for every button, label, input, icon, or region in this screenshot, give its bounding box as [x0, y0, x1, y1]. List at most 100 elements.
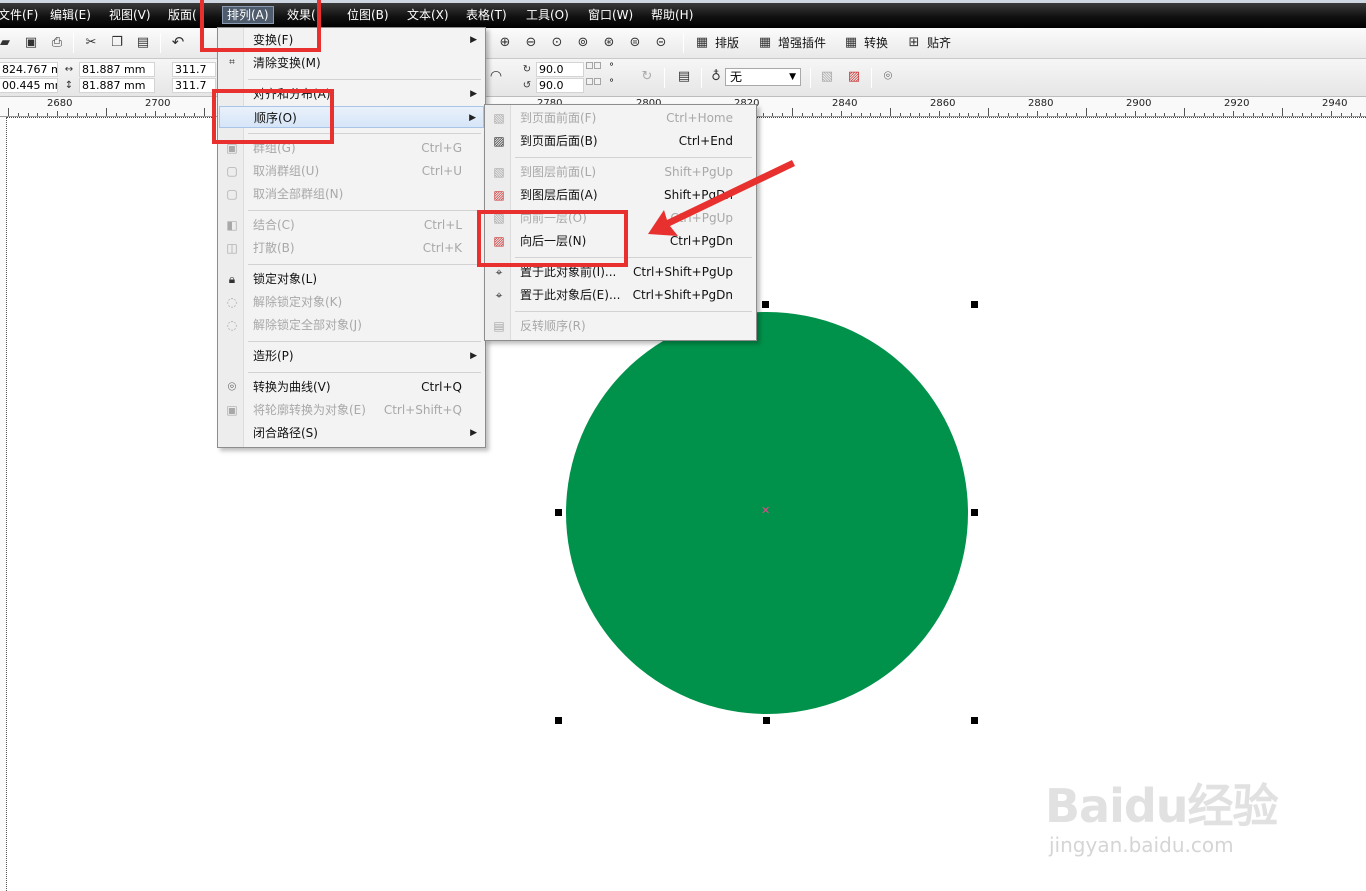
- ruler-tick: [1360, 113, 1361, 116]
- zoom-selected-icon[interactable]: ⊙: [548, 35, 566, 51]
- menu-edit[interactable]: 编辑(E): [50, 7, 91, 23]
- menu-item-ungroup[interactable]: ▢ 取消群组(U) Ctrl+U: [219, 160, 484, 182]
- selection-handle-left[interactable]: [555, 509, 562, 516]
- menu-help[interactable]: 帮助(H): [651, 7, 693, 23]
- y-position-field[interactable]: 00.445 mm: [0, 78, 58, 93]
- menu-item-lock-object[interactable]: 🔒︎ 锁定对象(L): [219, 268, 484, 290]
- open-icon[interactable]: ▰: [0, 35, 14, 51]
- menu-file[interactable]: 文件(F): [0, 7, 38, 23]
- plugin-enhance-button[interactable]: 增强插件: [778, 35, 826, 51]
- menu-item-clear-transform[interactable]: ⌗ 清除变换(M): [219, 52, 484, 74]
- ruler-label: 2940: [1322, 98, 1348, 109]
- vertical-ruler[interactable]: [0, 117, 7, 891]
- plugin-convert-button[interactable]: 转换: [864, 35, 888, 51]
- scale-y-field[interactable]: 311.7: [172, 78, 216, 93]
- arc-direction-icon[interactable]: ◠: [487, 68, 505, 84]
- convert-to-curves-icon[interactable]: ⌾: [879, 68, 897, 84]
- to-layer-back-icon: ▨: [493, 188, 505, 202]
- outline-width-value: 无: [730, 70, 743, 84]
- ruler-tick: [851, 113, 852, 116]
- start-angle-spin-up[interactable]: [594, 62, 601, 69]
- height-field[interactable]: 81.887 mm: [79, 78, 155, 93]
- ruler-tick: [204, 108, 205, 116]
- x-position-field[interactable]: 824.767 mm: [0, 62, 58, 77]
- menu-tools[interactable]: 工具(O): [526, 7, 569, 23]
- menu-item-reverse-order[interactable]: ▤ 反转顺序(R): [486, 315, 755, 337]
- zoom-out-icon[interactable]: ⊖: [522, 35, 540, 51]
- selection-handle-bottom-right[interactable]: [971, 717, 978, 724]
- menu-table[interactable]: 表格(T): [466, 7, 507, 23]
- menu-item-combine[interactable]: ◧ 结合(C) Ctrl+L: [219, 214, 484, 236]
- ruler-tick: [831, 113, 832, 116]
- menu-item-outline-to-object[interactable]: ▣ 将轮廓转换为对象(E) Ctrl+Shift+Q: [219, 399, 484, 421]
- width-field[interactable]: 81.887 mm: [79, 62, 155, 77]
- ruler-tick: [1194, 113, 1195, 116]
- menu-item-behind[interactable]: ⌖ 置于此对象后(E)... Ctrl+Shift+PgDn: [486, 284, 755, 306]
- menu-view[interactable]: 视图(V): [109, 7, 151, 23]
- to-front-icon[interactable]: ▧: [818, 69, 836, 85]
- ruler-tick: [145, 113, 146, 116]
- zoom-page-icon[interactable]: ⊛: [600, 35, 618, 51]
- print-icon[interactable]: ⎙: [48, 35, 66, 51]
- submenu-arrow-icon: ▶: [470, 428, 477, 438]
- ruler-tick: [968, 113, 969, 116]
- menu-item-shaping[interactable]: 造形(P) ▶: [219, 345, 484, 367]
- clear-transform-icon: ⌗: [229, 57, 235, 68]
- highlight-box-arrange: [200, 0, 321, 52]
- selection-handle-top-right[interactable]: [971, 301, 978, 308]
- ruler-tick: [802, 113, 803, 116]
- undo-icon[interactable]: ↶: [169, 34, 187, 50]
- behind-icon: ⌖: [495, 288, 503, 302]
- selection-handle-bottom[interactable]: [763, 717, 770, 724]
- menu-item-to-page-back[interactable]: ▨ 到页面后面(B) Ctrl+End: [486, 130, 755, 152]
- ungroup-icon: ▢: [226, 164, 238, 178]
- end-angle-field[interactable]: 90.0: [536, 78, 584, 93]
- menu-text[interactable]: 文本(X): [407, 7, 449, 23]
- end-angle-spin-down[interactable]: [586, 78, 593, 85]
- ruler-tick: [37, 113, 38, 116]
- menu-item-to-page-front[interactable]: ▧ 到页面前面(F) Ctrl+Home: [486, 107, 755, 129]
- paste-icon[interactable]: ▤: [134, 35, 152, 51]
- selection-handle-top[interactable]: [762, 301, 769, 308]
- to-back-icon[interactable]: ▨: [845, 69, 863, 85]
- menu-item-convert-to-curves[interactable]: ⌾ 转换为曲线(V) Ctrl+Q: [219, 376, 484, 398]
- start-angle-spin-down[interactable]: [586, 62, 593, 69]
- start-angle-field[interactable]: 90.0: [536, 62, 584, 77]
- scale-x-field[interactable]: 311.7: [172, 62, 216, 77]
- outline-width-select[interactable]: 无 ▼: [725, 68, 801, 86]
- end-angle-spin-up[interactable]: [594, 78, 601, 85]
- zoom-all-icon[interactable]: ⊚: [574, 35, 592, 51]
- zoom-height-icon[interactable]: ⊝: [652, 35, 670, 51]
- ungroup-all-icon: ▢: [226, 187, 238, 201]
- copy-icon[interactable]: ❐: [108, 35, 126, 51]
- cut-icon[interactable]: ✂: [82, 35, 100, 51]
- menu-item-close-path[interactable]: 闭合路径(S) ▶: [219, 422, 484, 444]
- annotation-arrow-icon: [648, 160, 795, 236]
- save-icon[interactable]: ▣: [22, 35, 40, 51]
- wrap-text-icon[interactable]: ▤: [675, 69, 693, 85]
- menu-bitmaps[interactable]: 位图(B): [347, 7, 389, 23]
- chevron-down-icon: ▼: [789, 72, 796, 82]
- change-direction-icon[interactable]: ↻: [638, 69, 656, 85]
- menu-item-unlock-all[interactable]: ◌ 解除锁定全部对象(J): [219, 314, 484, 336]
- ruler-tick: [841, 111, 842, 116]
- selection-handle-bottom-left[interactable]: [555, 717, 562, 724]
- zoom-in-icon[interactable]: ⊕: [496, 35, 514, 51]
- plugin-layout-button[interactable]: 排版: [715, 35, 739, 51]
- menu-item-ungroup-all[interactable]: ▢ 取消全部群组(N): [219, 183, 484, 205]
- outline-pen-icon: ♁: [711, 69, 721, 84]
- selection-handle-right[interactable]: [971, 509, 978, 516]
- menu-item-unlock-object[interactable]: ◌ 解除锁定对象(K): [219, 291, 484, 313]
- plugin-snap-button[interactable]: 贴齐: [927, 35, 951, 51]
- convert-curve-icon: ⌾: [227, 379, 237, 395]
- ruler-tick: [812, 113, 813, 116]
- menu-window[interactable]: 窗口(W): [588, 7, 633, 23]
- submenu-arrow-icon: ▶: [470, 351, 477, 361]
- menu-item-break-apart[interactable]: ◫ 打散(B) Ctrl+K: [219, 237, 484, 259]
- ruler-tick: [1351, 113, 1352, 116]
- ruler-tick: [1311, 113, 1312, 116]
- menu-item-shortcut: Ctrl+L: [423, 218, 462, 232]
- menu-layout[interactable]: 版面(: [168, 7, 197, 23]
- reverse-order-icon: ▤: [493, 319, 505, 333]
- zoom-width-icon[interactable]: ⊜: [626, 35, 644, 51]
